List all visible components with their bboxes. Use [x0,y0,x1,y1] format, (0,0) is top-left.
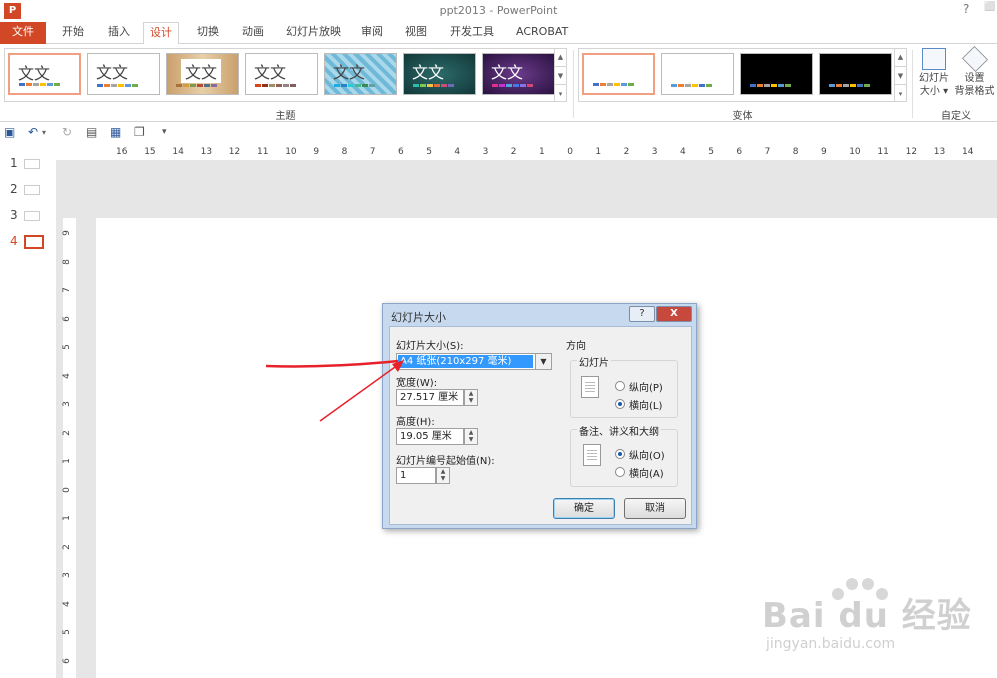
annotation-line [265,359,399,368]
baidu-watermark: Bai du 经验 jingyan.baidu.com [762,574,972,664]
watermark-url: jingyan.baidu.com [766,636,896,652]
watermark-logo-text: Bai du 经验 [762,596,972,636]
annotation-arrow [319,361,403,422]
